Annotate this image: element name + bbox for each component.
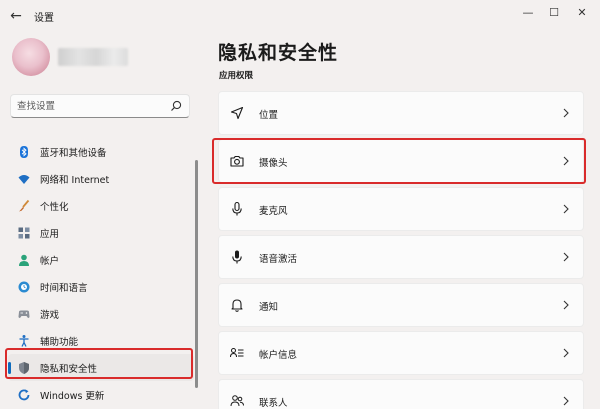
title-bar: ← 设置 — ☐ ✕ — [0, 0, 600, 32]
privacy-highlight-box — [5, 348, 193, 379]
globe-clock-icon — [18, 281, 30, 293]
setting-card-contacts[interactable]: 联系人 — [218, 379, 584, 409]
sidebar-item-label: 辅助功能 — [40, 337, 79, 348]
bluetooth-icon — [20, 146, 28, 158]
sidebar-item-network[interactable]: 网络和 Internet — [8, 165, 194, 192]
avatar[interactable] — [12, 38, 50, 76]
page-title: 隐私和安全性 — [218, 42, 339, 64]
windows-update-icon — [18, 389, 30, 401]
card-label: 语音激活 — [259, 254, 298, 265]
microphone-icon — [232, 201, 242, 216]
chevron-right-icon — [563, 396, 569, 406]
chevron-right-icon — [563, 300, 569, 310]
card-label: 联系人 — [259, 398, 288, 409]
card-label: 通知 — [259, 302, 279, 313]
accessibility-icon — [19, 335, 29, 347]
sidebar-item-label: 应用 — [40, 229, 60, 240]
sidebar-item-bluetooth[interactable]: 蓝牙和其他设备 — [8, 138, 194, 165]
chevron-right-icon — [563, 252, 569, 262]
camera-highlight-box — [212, 138, 586, 184]
sidebar-scrollbar[interactable] — [195, 160, 198, 388]
search-icon[interactable] — [169, 99, 183, 113]
setting-card-microphone[interactable]: 麦克风 — [218, 187, 584, 231]
sidebar-item-label: 蓝牙和其他设备 — [40, 148, 107, 159]
sidebar-item-label: 个性化 — [40, 202, 69, 213]
app-title: 设置 — [34, 13, 54, 24]
sidebar-item-windows-update[interactable]: Windows 更新 — [8, 381, 194, 408]
section-heading: 应用权限 — [219, 71, 254, 81]
location-icon — [230, 106, 244, 120]
card-label: 位置 — [259, 110, 279, 121]
account-info-icon — [230, 348, 244, 358]
sidebar-item-time-language[interactable]: 时间和语言 — [8, 273, 194, 300]
setting-card-notifications[interactable]: 通知 — [218, 283, 584, 327]
sidebar-item-label: Windows 更新 — [40, 391, 105, 402]
maximize-button[interactable]: ☐ — [540, 2, 568, 24]
sidebar-item-gaming[interactable]: 游戏 — [8, 300, 194, 327]
bell-icon — [231, 299, 243, 312]
minimize-button[interactable]: — — [514, 2, 542, 24]
sidebar-item-personalization[interactable]: 个性化 — [8, 192, 194, 219]
wifi-icon — [18, 175, 30, 184]
gaming-icon — [18, 310, 30, 318]
search-input[interactable] — [17, 98, 167, 114]
close-button[interactable]: ✕ — [568, 2, 596, 24]
sidebar-item-label: 时间和语言 — [40, 283, 88, 294]
contacts-icon — [230, 395, 244, 407]
chevron-right-icon — [563, 108, 569, 118]
sidebar-item-label: 帐户 — [40, 256, 60, 267]
sidebar-item-accounts[interactable]: 帐户 — [8, 246, 194, 273]
apps-icon — [18, 227, 30, 239]
user-name-blurred — [58, 48, 128, 66]
card-label: 帐户信息 — [259, 350, 298, 361]
sidebar-item-label: 网络和 Internet — [40, 175, 110, 186]
sidebar-item-label: 游戏 — [40, 310, 60, 321]
brush-icon — [19, 199, 30, 212]
voice-activation-icon — [232, 250, 242, 264]
setting-card-account-info[interactable]: 帐户信息 — [218, 331, 584, 375]
account-icon — [19, 254, 29, 266]
search-box[interactable] — [10, 94, 190, 118]
back-button[interactable]: ← — [6, 6, 26, 26]
sidebar-item-apps[interactable]: 应用 — [8, 219, 194, 246]
setting-card-location[interactable]: 位置 — [218, 91, 584, 135]
setting-card-voice-activation[interactable]: 语音激活 — [218, 235, 584, 279]
chevron-right-icon — [563, 204, 569, 214]
chevron-right-icon — [563, 348, 569, 358]
card-label: 麦克风 — [259, 206, 288, 217]
